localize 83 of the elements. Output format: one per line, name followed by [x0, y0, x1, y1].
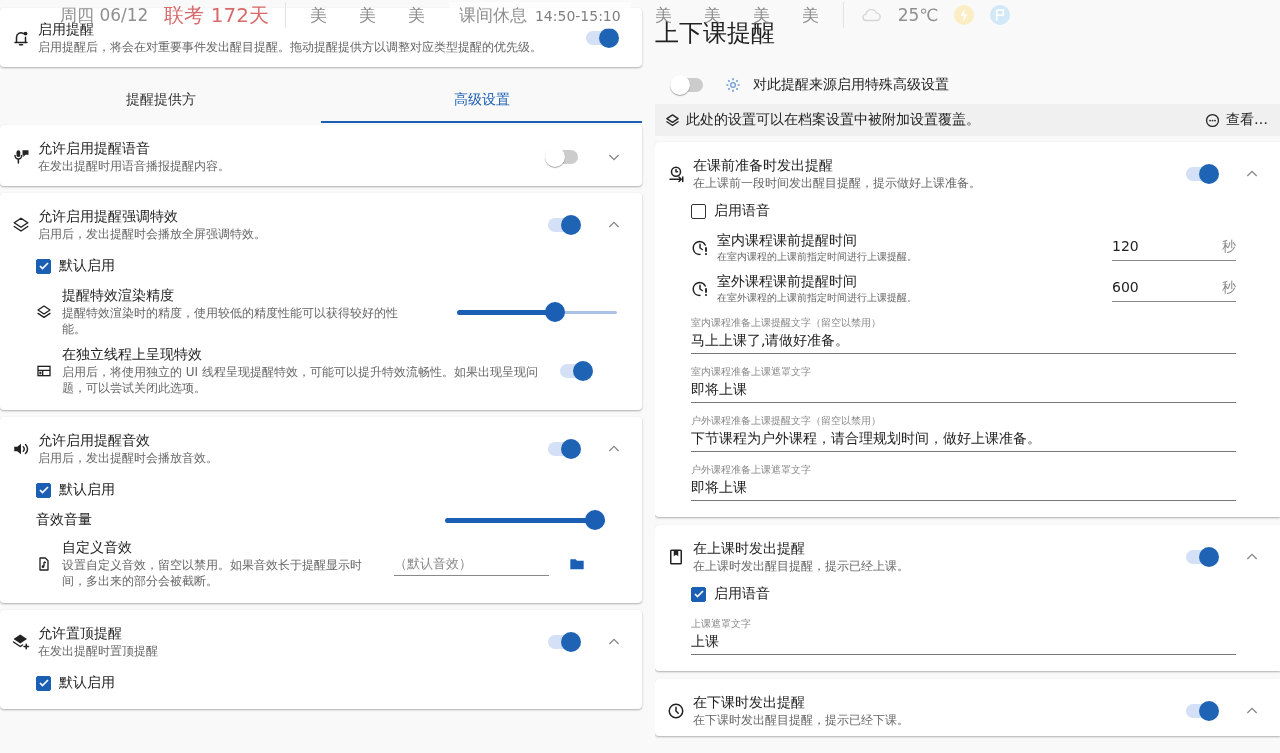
slider[interactable] [445, 510, 605, 530]
checkbox-label: 启用语音 [714, 202, 770, 220]
lightning-badge-icon [954, 5, 975, 25]
number-field[interactable]: 600 秒 [1112, 275, 1236, 302]
layers-icon [665, 112, 680, 128]
setting-description: 在发出提醒时用语音播报提醒内容。 [38, 158, 231, 174]
notice-text: 此处的设置可以在档案设置中被附加设置覆盖。 [686, 111, 981, 129]
setting-title: 音效音量 [36, 511, 93, 529]
gear-icon [725, 77, 741, 93]
slider-thumb[interactable] [585, 510, 605, 530]
file-path-field[interactable]: （默认音效） [394, 551, 549, 576]
setting-description: 在室内课程的上课前指定时间进行上课提醒。 [717, 250, 918, 264]
setting-description: 启用后，发出提醒时会播放全屏强调特效。 [38, 226, 267, 242]
setting-description: 启用后，发出提醒时会播放音效。 [38, 450, 219, 466]
checkbox[interactable] [691, 586, 706, 602]
setting-title: 允许启用提醒音效 [38, 431, 151, 450]
field-label: 室内课程准备上课提醒文字（留空以禁用） [691, 316, 882, 330]
lesson-text: 美 [801, 3, 819, 27]
text-field[interactable]: 户外课程准备上课遮罩文字 即将上课 [691, 460, 1236, 501]
microphone-icon [12, 147, 30, 166]
clock-arrow-icon [667, 164, 685, 183]
tab[interactable]: 高级设置 [321, 77, 642, 123]
checkbox-label: 默认启用 [59, 257, 115, 275]
clock-alert-icon [691, 238, 709, 257]
setting-description: 启用后，将使用独立的 UI 线程呈现提醒特效，可能可以提升特效流畅性。如果出现呈现问题，可以尝试关闭此选项。 [62, 364, 539, 396]
temperature-text: 25℃ [897, 5, 939, 25]
checkbox-label: 默认启用 [59, 481, 115, 499]
setting-title: 在下课时发出提醒 [693, 693, 806, 712]
view-button[interactable]: 查看… [1205, 111, 1268, 129]
time-range-text: 14:50-15:10 [534, 7, 621, 24]
checkbox[interactable] [36, 258, 51, 274]
setting-description: 在下课时发出醒目提醒，提示已经下课。 [693, 712, 910, 728]
setting-title: 室内课程课前提醒时间 [717, 231, 858, 250]
setting-description: 提醒特效渲染时的精度，使用较低的精度性能可以获得较好的性能。 [62, 305, 399, 337]
layers-plus-icon [12, 632, 30, 651]
countdown-text: 联考 172天 [164, 1, 269, 29]
layers-icon [12, 215, 30, 234]
slider-thumb[interactable] [545, 301, 566, 322]
checkbox-label: 启用语音 [714, 585, 770, 603]
setting-title: 允许启用提醒强调特效 [38, 207, 179, 226]
lesson-text: 美 [407, 3, 425, 27]
slider[interactable] [457, 301, 617, 322]
setting-description: 在上课前一段时间发出醒目提醒，提示做好上课准备。 [693, 175, 982, 191]
tab[interactable]: 提醒提供方 [0, 77, 321, 123]
checkbox[interactable] [691, 203, 706, 219]
checkbox[interactable] [36, 482, 51, 498]
checkbox-label: 默认启用 [59, 674, 115, 692]
music-file-icon [36, 555, 52, 572]
text-field[interactable]: 室内课程准备上课遮罩文字 即将上课 [691, 362, 1236, 403]
field-label: 户外课程准备上课提醒文字（留空以禁用） [691, 414, 882, 428]
checkbox[interactable] [36, 675, 51, 691]
setting-title: 在课前准备时发出提醒 [693, 156, 834, 175]
more-icon [1205, 112, 1220, 128]
bookmark-book-icon [667, 547, 685, 566]
setting-title: 提醒特效渲染精度 [62, 286, 175, 305]
unit-label: 秒 [1222, 238, 1236, 256]
setting-title: 允许置顶提醒 [38, 624, 123, 643]
clock-alert-icon [691, 279, 709, 298]
setting-title: 在独立线程上呈现特效 [62, 345, 203, 364]
field-label: 室内课程准备上课遮罩文字 [691, 365, 812, 379]
field-label: 上课遮罩文字 [691, 617, 752, 631]
layers-icon [36, 303, 52, 320]
field-label: 户外课程准备上课遮罩文字 [691, 463, 812, 477]
lesson-text: 美 [309, 3, 327, 27]
setting-description: 在上课时发出醒目提醒，提示已经上课。 [693, 558, 910, 574]
unit-label: 秒 [1222, 279, 1236, 297]
setting-label: 对此提醒来源启用特殊高级设置 [753, 76, 949, 94]
text-field[interactable]: 户外课程准备上课提醒文字（留空以禁用） 下节课程为户外课程，请合理规划时间，做好上课准备。 [691, 411, 1236, 452]
flag-badge-icon [990, 5, 1011, 25]
setting-title: 室外课程课前提醒时间 [717, 272, 858, 291]
text-field[interactable]: 室内课程准备上课提醒文字（留空以禁用） 马上上课了,请做好准备。 [691, 313, 1236, 354]
setting-title: 在上课时发出提醒 [693, 539, 806, 558]
setting-description: 在发出提醒时置顶提醒 [38, 643, 159, 659]
clock-icon [667, 701, 685, 720]
setting-title: 自定义音效 [62, 538, 133, 557]
current-period-text: 课间休息 [458, 3, 527, 27]
setting-description: 在室外课程的上课前指定时间进行上课提醒。 [717, 291, 918, 305]
lesson-text: 美 [358, 3, 376, 27]
number-field[interactable]: 120 秒 [1112, 234, 1236, 261]
setting-description: 启用提醒后，将会在对重要事件发出醒目提醒。拖动提醒提供方以调整对应类型提醒的优先级。 [38, 39, 543, 55]
setting-title: 允许启用提醒语音 [38, 139, 151, 158]
setting-description: 设置自定义音效，留空以禁用。如果音效长于提醒显示时间，多出来的部分会被截断。 [62, 557, 363, 589]
text-field[interactable]: 上课遮罩文字 上课 [691, 614, 1236, 655]
